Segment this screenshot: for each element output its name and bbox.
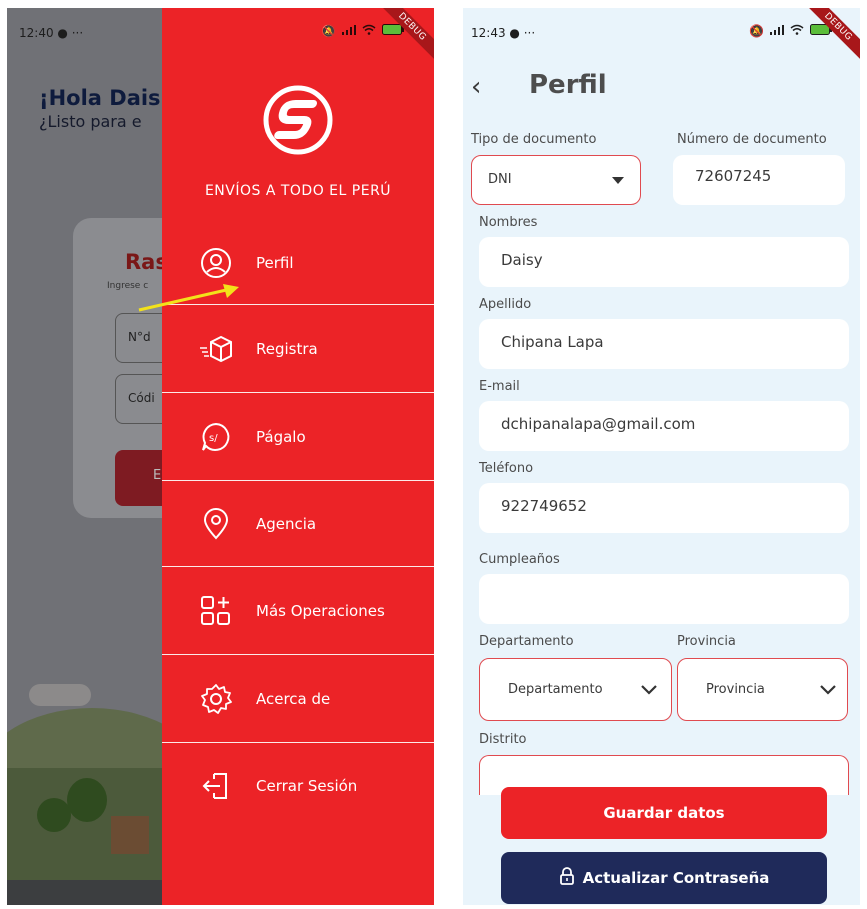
drawer-item-label: Agencia xyxy=(256,515,317,533)
last-name-label: Apellido xyxy=(479,297,532,312)
annotation-arrow-icon xyxy=(138,284,239,312)
drawer-item-label: Págalo xyxy=(256,428,306,446)
dropdown-triangle-icon xyxy=(612,177,624,184)
mute-icon: 🔕 xyxy=(321,24,336,38)
province-select[interactable]: Provincia xyxy=(677,658,848,721)
document-number-field[interactable]: 72607245 xyxy=(673,155,845,205)
page-title: Perfil xyxy=(529,70,607,100)
status-bar-icons: 🔕 xyxy=(749,24,832,38)
update-password-button-label: Actualizar Contraseña xyxy=(582,869,770,887)
brand-slogan: ENVÍOS A TODO EL PERÚ xyxy=(204,183,392,199)
drawer-item-mas-operaciones[interactable]: Más Operaciones xyxy=(162,568,434,654)
grid-plus-icon xyxy=(198,593,234,629)
document-type-label: Tipo de documento xyxy=(471,132,597,147)
home-background-dimmed: 12:40 ● ··· ¡Hola Dais ¿Listo para e Ras… xyxy=(7,8,207,905)
brand-logo-icon xyxy=(258,80,338,160)
svg-text:s/: s/ xyxy=(209,433,218,444)
logout-icon xyxy=(198,768,234,804)
signal-icon xyxy=(342,24,356,38)
cloud-illustration xyxy=(29,684,91,706)
birthday-field[interactable] xyxy=(479,574,849,624)
lock-icon xyxy=(559,867,575,889)
divider xyxy=(162,392,434,393)
drawer-item-registra[interactable]: Registra xyxy=(162,306,434,392)
drawer-item-label: Acerca de xyxy=(256,690,331,708)
road-illustration xyxy=(7,880,167,905)
payment-icon: s/ xyxy=(198,419,234,455)
drawer-item-acerca-de[interactable]: Acerca de xyxy=(162,656,434,742)
wifi-icon xyxy=(790,24,804,38)
package-icon xyxy=(198,331,234,367)
user-circle-icon xyxy=(198,245,234,281)
back-arrow-icon[interactable]: ‹ xyxy=(471,72,481,102)
department-label: Departamento xyxy=(479,634,574,649)
email-label: E-mail xyxy=(479,379,520,394)
district-label: Distrito xyxy=(479,732,527,747)
left-phone-screen: 12:40 ● ··· ¡Hola Dais ¿Listo para e Ras… xyxy=(7,8,434,905)
navigation-drawer: 🔕 DEBUG ENVÍOS A TODO EL PERÚ Perfil Reg… xyxy=(162,8,434,905)
gear-icon xyxy=(198,681,234,717)
tree-illustration xyxy=(37,798,71,832)
divider xyxy=(162,566,434,567)
document-type-select[interactable]: DNI xyxy=(471,155,641,205)
house-illustration xyxy=(111,816,149,854)
birthday-label: Cumpleaños xyxy=(479,552,560,567)
drawer-item-cerrar-sesion[interactable]: Cerrar Sesión xyxy=(162,743,434,829)
status-bar-time: 12:40 ● ··· xyxy=(19,26,84,40)
drawer-item-label: Registra xyxy=(256,340,318,358)
mute-icon: 🔕 xyxy=(749,24,764,38)
province-label: Provincia xyxy=(677,634,736,649)
chevron-down-icon xyxy=(641,685,657,695)
signal-icon xyxy=(770,24,784,38)
email-field[interactable]: dchipanalapa@gmail.com xyxy=(479,401,849,451)
tree-illustration xyxy=(67,778,107,822)
last-name-field[interactable]: Chipana Lapa xyxy=(479,319,849,369)
greeting-subtitle: ¿Listo para e xyxy=(39,112,142,131)
department-select[interactable]: Departamento xyxy=(479,658,672,721)
phone-label: Teléfono xyxy=(479,461,534,476)
drawer-item-label: Perfil xyxy=(256,254,294,272)
drawer-item-pagalo[interactable]: s/ Págalo xyxy=(162,394,434,480)
save-button-label: Guardar datos xyxy=(603,804,725,822)
divider xyxy=(162,654,434,655)
phone-field[interactable]: 922749652 xyxy=(479,483,849,533)
drawer-item-label: Cerrar Sesión xyxy=(256,777,358,795)
first-name-label: Nombres xyxy=(479,215,538,230)
save-button[interactable]: Guardar datos xyxy=(501,787,827,839)
document-number-label: Número de documento xyxy=(677,132,827,147)
greeting-title: ¡Hola Dais xyxy=(39,86,161,110)
drawer-item-agencia[interactable]: Agencia xyxy=(162,481,434,567)
wifi-icon xyxy=(362,24,376,38)
status-bar-icons: 🔕 xyxy=(321,24,404,38)
update-password-button[interactable]: Actualizar Contraseña xyxy=(501,852,827,904)
chevron-down-icon xyxy=(820,685,836,695)
drawer-item-label: Más Operaciones xyxy=(256,602,385,620)
right-phone-screen: 12:43 ● ··· 🔕 DEBUG ‹ Perfil Tipo de doc… xyxy=(463,8,860,905)
location-pin-icon xyxy=(198,506,234,542)
status-bar-time: 12:43 ● ··· xyxy=(471,26,536,40)
first-name-field[interactable]: Daisy xyxy=(479,237,849,287)
